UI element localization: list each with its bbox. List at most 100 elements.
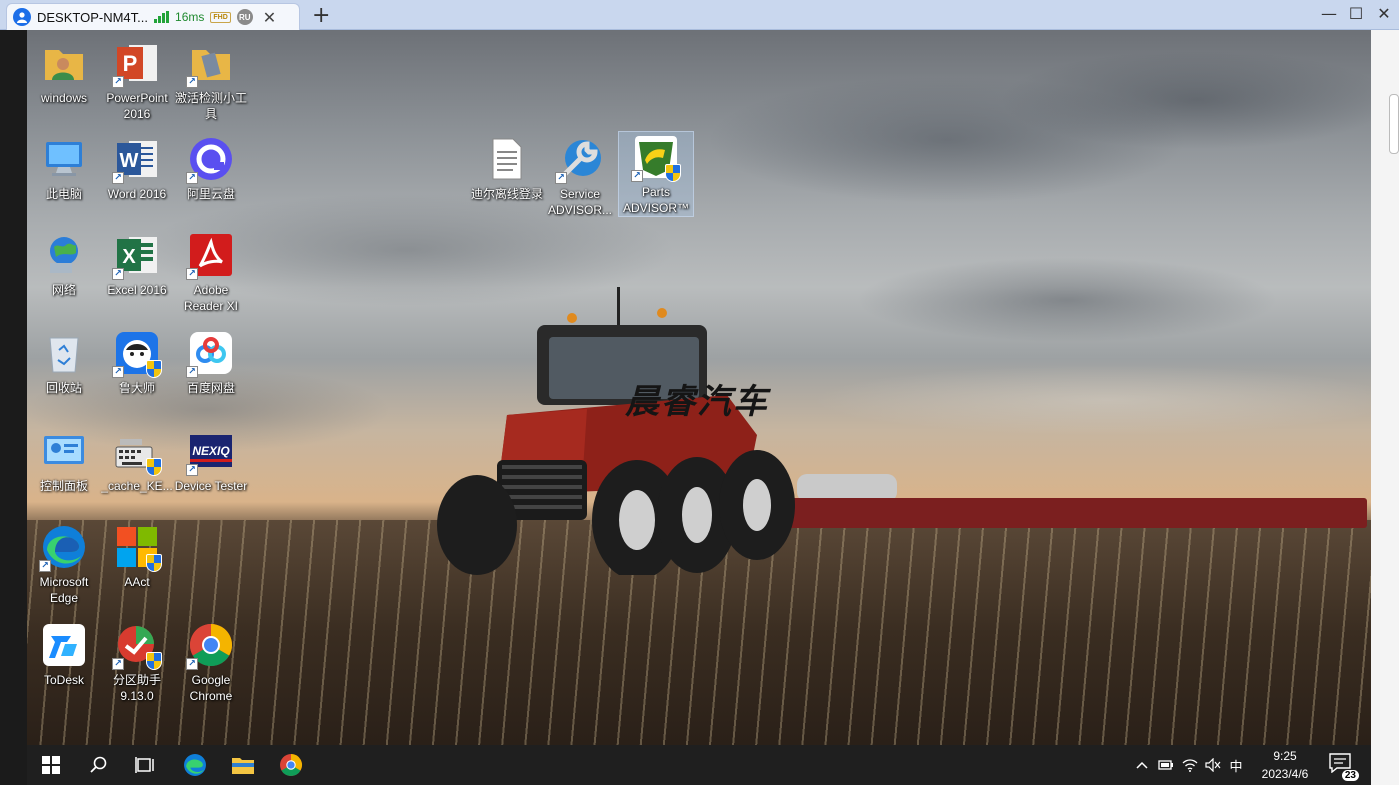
shortcut-arrow-icon: ↗ — [186, 658, 198, 670]
desktop-icon-this-pc[interactable]: 此电脑 — [27, 134, 101, 202]
signal-strength-icon — [154, 11, 170, 23]
tray-wifi-button[interactable] — [1179, 745, 1201, 785]
desktop-icon-cache-ke[interactable]: _cache_KE... — [100, 426, 174, 494]
shortcut-arrow-icon: ↗ — [39, 560, 51, 572]
uac-shield-icon — [146, 652, 162, 670]
shortcut-arrow-icon: ↗ — [186, 366, 198, 378]
wrench-icon: ↗ — [555, 134, 605, 184]
session-tab[interactable]: DESKTOP-NM4T... 16ms FHD RU ✕ — [6, 3, 300, 30]
ime-indicator[interactable]: 中 — [1225, 745, 1247, 785]
desktop-icon-control-panel[interactable]: 控制面板 — [27, 426, 101, 494]
todesk-icon — [39, 620, 89, 670]
desktop-icon-parts-advisor[interactable]: ↗ Parts ADVISOR™ — [618, 131, 694, 217]
task-view-icon — [135, 757, 154, 773]
word-icon: W ↗ — [112, 134, 162, 184]
scrollbar-thumb[interactable] — [1389, 94, 1399, 154]
user-badge[interactable]: RU — [236, 9, 253, 25]
shortcut-arrow-icon: ↗ — [112, 658, 124, 670]
client-titlebar: DESKTOP-NM4T... 16ms FHD RU ✕ + — ☐ ✕ — [0, 0, 1399, 30]
minimize-button[interactable]: — — [1318, 4, 1340, 23]
close-button[interactable]: ✕ — [1373, 4, 1395, 23]
desktop-icon-todesk[interactable]: ToDesk — [27, 620, 101, 688]
desktop-icon-deere-offline-login[interactable]: 迪尔离线登录 — [470, 134, 544, 202]
windows-logo-icon — [112, 522, 162, 572]
keyboard-app-icon — [112, 426, 162, 476]
wallpaper-tractor-image — [437, 287, 795, 575]
desktop-icon-excel[interactable]: X ↗ Excel 2016 — [100, 230, 174, 298]
action-center-button[interactable]: 23 — [1329, 753, 1359, 781]
clock-time: 9:25 — [1273, 749, 1297, 763]
desktop-icon-service-advisor[interactable]: ↗ Service ADVISOR... — [543, 134, 617, 218]
svg-text:NEXIQ: NEXIQ — [192, 444, 230, 458]
desktop-icon-edge[interactable]: ↗ Microsoft Edge — [27, 522, 101, 606]
volume-muted-icon — [1205, 758, 1221, 772]
nexiq-icon: NEXIQ ↗ — [186, 426, 236, 476]
taskbar-edge-button[interactable] — [171, 745, 219, 785]
desktop-icon-powerpoint[interactable]: P ↗ PowerPoint 2016 — [100, 38, 174, 122]
chrome-icon: ↗ — [186, 620, 236, 670]
desktop-icon-aliyun-drive[interactable]: ↗ 阿里云盘 — [174, 134, 248, 202]
windows-start-icon — [42, 756, 60, 774]
powerpoint-icon: P ↗ — [112, 38, 162, 88]
new-tab-button[interactable]: + — [312, 3, 330, 28]
desktop[interactable]: 晨睿汽车 windows 此电脑 网络 回收站 控制面板 ↗ Microsoft… — [27, 30, 1371, 745]
desktop-icon-recycle-bin[interactable]: 回收站 — [27, 328, 101, 396]
desktop-icon-activation-tool[interactable]: ↗ 激活检测小工具 — [174, 38, 248, 122]
tab-close-icon[interactable]: ✕ — [263, 8, 276, 27]
desktop-icon-device-tester[interactable]: NEXIQ ↗ Device Tester — [174, 426, 248, 494]
desktop-icon-baidu-netdisk[interactable]: ↗ 百度网盘 — [174, 328, 248, 396]
folder-icon: ↗ — [186, 38, 236, 88]
search-button[interactable] — [75, 745, 123, 785]
desktop-icon-adobe-reader[interactable]: ↗ Adobe Reader XI — [174, 230, 248, 314]
computer-icon — [39, 134, 89, 184]
file-explorer-icon — [232, 758, 254, 774]
excel-icon: X ↗ — [112, 230, 162, 280]
network-globe-icon — [39, 230, 89, 280]
user-folder-icon — [39, 38, 89, 88]
quality-badge[interactable]: FHD — [210, 11, 231, 23]
john-deere-icon: ↗ — [631, 132, 681, 182]
desktop-icon-chrome[interactable]: ↗ Google Chrome — [174, 620, 248, 704]
taskbar-chrome-button[interactable] — [267, 745, 315, 785]
recycle-bin-icon — [39, 328, 89, 378]
tray-battery-button[interactable] — [1155, 745, 1177, 785]
taskbar-explorer-button[interactable] — [219, 745, 267, 785]
baidu-netdisk-icon: ↗ — [186, 328, 236, 378]
uac-shield-icon — [146, 458, 162, 476]
desktop-icon-partition-assistant[interactable]: ↗ 分区助手 9.13.0 — [100, 620, 174, 704]
svg-text:X: X — [122, 246, 136, 268]
partition-assistant-icon: ↗ — [112, 620, 162, 670]
ludashi-icon: ↗ — [112, 328, 162, 378]
svg-text:W: W — [120, 150, 139, 172]
desktop-icon-word[interactable]: W ↗ Word 2016 — [100, 134, 174, 202]
desktop-icon-network[interactable]: 网络 — [27, 230, 101, 298]
adobe-reader-icon: ↗ — [186, 230, 236, 280]
right-scrollbar[interactable] — [1371, 30, 1399, 785]
search-icon — [90, 756, 107, 773]
start-button[interactable] — [27, 745, 75, 785]
uac-shield-icon — [146, 554, 162, 572]
edge-icon: ↗ — [39, 522, 89, 572]
clock-date: 2023/4/6 — [1261, 767, 1309, 781]
wallpaper-watermark: 晨睿汽车 — [625, 382, 769, 422]
shortcut-arrow-icon: ↗ — [112, 172, 124, 184]
shortcut-arrow-icon: ↗ — [112, 366, 124, 378]
taskbar-clock[interactable]: 9:25 2023/4/6 — [1245, 747, 1325, 783]
wallpaper-planter — [767, 498, 1367, 528]
shortcut-arrow-icon: ↗ — [555, 172, 567, 184]
notification-count-badge: 23 — [1341, 770, 1359, 781]
task-view-button[interactable] — [121, 745, 169, 785]
desktop-icon-aact[interactable]: AAct — [100, 522, 174, 590]
desktop-icon-windows[interactable]: windows — [27, 38, 101, 106]
text-document-icon — [482, 134, 532, 184]
control-panel-icon — [39, 426, 89, 476]
shortcut-arrow-icon: ↗ — [186, 172, 198, 184]
maximize-button[interactable]: ☐ — [1345, 4, 1367, 23]
aliyun-drive-icon: ↗ — [186, 134, 236, 184]
desktop-icon-ludashi[interactable]: ↗ 鲁大师 — [100, 328, 174, 396]
svg-text:P: P — [123, 51, 138, 76]
tray-overflow-button[interactable] — [1131, 745, 1153, 785]
edge-icon — [184, 754, 206, 776]
shortcut-arrow-icon: ↗ — [186, 464, 198, 476]
tray-volume-button[interactable] — [1202, 745, 1224, 785]
